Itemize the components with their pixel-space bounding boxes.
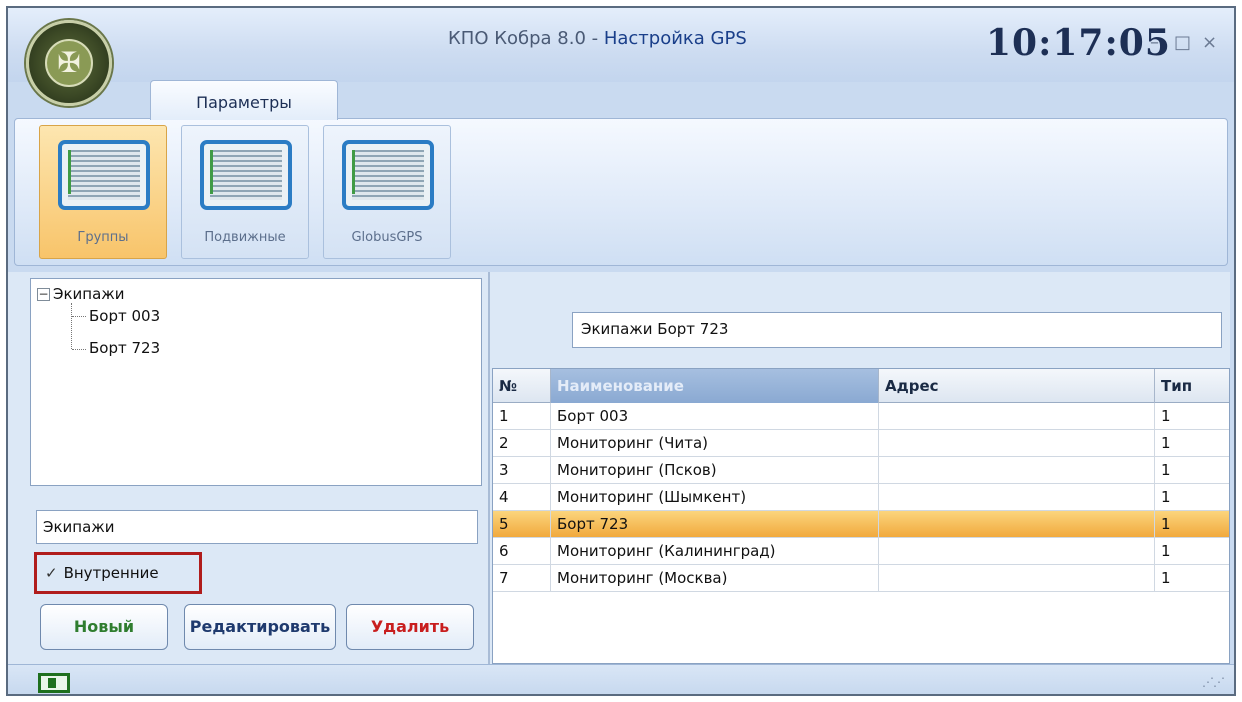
checkbox-checked-icon[interactable]: ✓ xyxy=(45,564,58,582)
table-row[interactable]: 7 Мониторинг (Москва) 1 xyxy=(493,565,1229,592)
cell-num: 4 xyxy=(493,484,551,511)
connection-status-icon[interactable] xyxy=(38,673,70,693)
status-bar: ⋰⋰ xyxy=(8,664,1234,694)
new-button[interactable]: Новый xyxy=(40,604,168,650)
collapse-icon[interactable]: − xyxy=(37,288,50,301)
cell-name: Мониторинг (Псков) xyxy=(551,457,879,484)
table-row[interactable]: 5 Борт 723 1 xyxy=(493,511,1229,538)
cell-type: 1 xyxy=(1161,488,1171,506)
cell-type: 1 xyxy=(1161,515,1171,533)
cell-name: Мониторинг (Калининград) xyxy=(551,538,879,565)
members-grid[interactable]: № Наименование Адрес Тип 1 Борт 003 1 2 Мони… xyxy=(492,368,1230,664)
current-group-field[interactable]: Экипажи Борт 723 xyxy=(572,312,1222,348)
clock: 10:17:05 xyxy=(986,22,1171,64)
ribbon-button-globusgps[interactable]: GlobusGPS xyxy=(323,125,451,259)
table-row[interactable]: 6 Мониторинг (Калининград) 1 xyxy=(493,538,1229,565)
internal-checkbox-label: Внутренние xyxy=(63,564,159,582)
app-window: КПО Кобра 8.0 - Настройка GPS 10:17:05 –… xyxy=(6,6,1236,696)
cell-name: Мониторинг (Москва) xyxy=(551,565,879,592)
cell-name: Мониторинг (Шымкент) xyxy=(551,484,879,511)
tab-parameters[interactable]: Параметры xyxy=(150,80,338,120)
cell-type: 1 xyxy=(1161,407,1171,425)
app-logo[interactable]: ✠ xyxy=(26,20,112,106)
column-header-num[interactable]: № xyxy=(493,369,551,403)
edit-button[interactable]: Редактировать xyxy=(184,604,336,650)
left-panel: −Экипажи Борт 003 Борт 723 ✓ Внутренние … xyxy=(8,272,488,664)
resize-grip-icon[interactable]: ⋰⋰ xyxy=(1202,675,1225,689)
cell-num: 6 xyxy=(493,538,551,565)
cell-num: 1 xyxy=(493,403,551,430)
delete-button[interactable]: Удалить xyxy=(346,604,474,650)
ribbon-button-mobile[interactable]: Подвижные xyxy=(181,125,309,259)
ribbon-button-mobile-label: Подвижные xyxy=(204,230,286,245)
cell-type: 1 xyxy=(1161,461,1171,479)
cell-type: 1 xyxy=(1161,569,1171,587)
window-title-prefix: КПО Кобра 8.0 - xyxy=(448,28,604,49)
table-row[interactable]: 3 Мониторинг (Псков) 1 xyxy=(493,457,1229,484)
tree-connector xyxy=(72,349,86,350)
cell-address xyxy=(879,484,1155,511)
cell-type: 1 xyxy=(1161,434,1171,452)
maximize-button[interactable]: □ xyxy=(1174,32,1191,53)
minimize-button[interactable]: – xyxy=(1150,32,1159,53)
grid-screen-icon xyxy=(342,140,434,210)
cell-name: Борт 003 xyxy=(551,403,879,430)
group-name-input[interactable] xyxy=(36,510,478,544)
ribbon-button-globusgps-label: GlobusGPS xyxy=(351,230,423,245)
tree-connector xyxy=(72,316,86,317)
tree-node-root[interactable]: − Экипажи xyxy=(37,285,125,303)
table-row[interactable]: 1 Борт 003 1 xyxy=(493,403,1229,430)
tree-node-bort-723[interactable]: Борт 723 xyxy=(89,339,160,357)
cell-address xyxy=(879,403,1155,430)
emblem-icon: ✠ xyxy=(45,39,93,87)
column-header-address[interactable]: Адрес xyxy=(879,369,1155,403)
cell-address xyxy=(879,511,1155,538)
cell-name: Мониторинг (Чита) xyxy=(551,430,879,457)
window-title: КПО Кобра 8.0 - Настройка GPS xyxy=(448,28,747,49)
tree-node-bort-003[interactable]: Борт 003 xyxy=(89,307,160,325)
column-header-name[interactable]: Наименование xyxy=(551,369,879,403)
ribbon-panel: Группы Подвижные GlobusGPS xyxy=(14,118,1228,266)
cell-num: 3 xyxy=(493,457,551,484)
table-row[interactable]: 2 Мониторинг (Чита) 1 xyxy=(493,430,1229,457)
title-bar: КПО Кобра 8.0 - Настройка GPS 10:17:05 –… xyxy=(8,8,1234,82)
cell-num: 2 xyxy=(493,430,551,457)
right-panel: Экипажи Борт 723 № Наименование Адрес Ти… xyxy=(488,272,1230,664)
grid-screen-icon xyxy=(58,140,150,210)
panel-splitter[interactable] xyxy=(488,272,490,664)
cell-address xyxy=(879,430,1155,457)
close-button[interactable]: × xyxy=(1202,32,1217,53)
cell-address xyxy=(879,457,1155,484)
cell-address xyxy=(879,565,1155,592)
tree-node-root-label: Экипажи xyxy=(53,285,125,303)
cell-num: 7 xyxy=(493,565,551,592)
ribbon-button-groups[interactable]: Группы xyxy=(39,125,167,259)
cell-address xyxy=(879,538,1155,565)
internal-checkbox-highlight[interactable]: ✓ Внутренние xyxy=(34,552,202,594)
ribbon-button-groups-label: Группы xyxy=(77,230,129,245)
tree-connector xyxy=(71,303,72,349)
window-title-page: Настройка GPS xyxy=(603,28,747,49)
column-header-type[interactable]: Тип xyxy=(1155,369,1231,403)
cell-num: 5 xyxy=(493,511,551,538)
groups-tree[interactable]: − Экипажи Борт 003 Борт 723 xyxy=(30,278,482,486)
grid-screen-icon xyxy=(200,140,292,210)
cell-type: 1 xyxy=(1161,542,1171,560)
table-row[interactable]: 4 Мониторинг (Шымкент) 1 xyxy=(493,484,1229,511)
grid-header: № Наименование Адрес Тип xyxy=(493,369,1229,403)
cell-name: Борт 723 xyxy=(551,511,879,538)
